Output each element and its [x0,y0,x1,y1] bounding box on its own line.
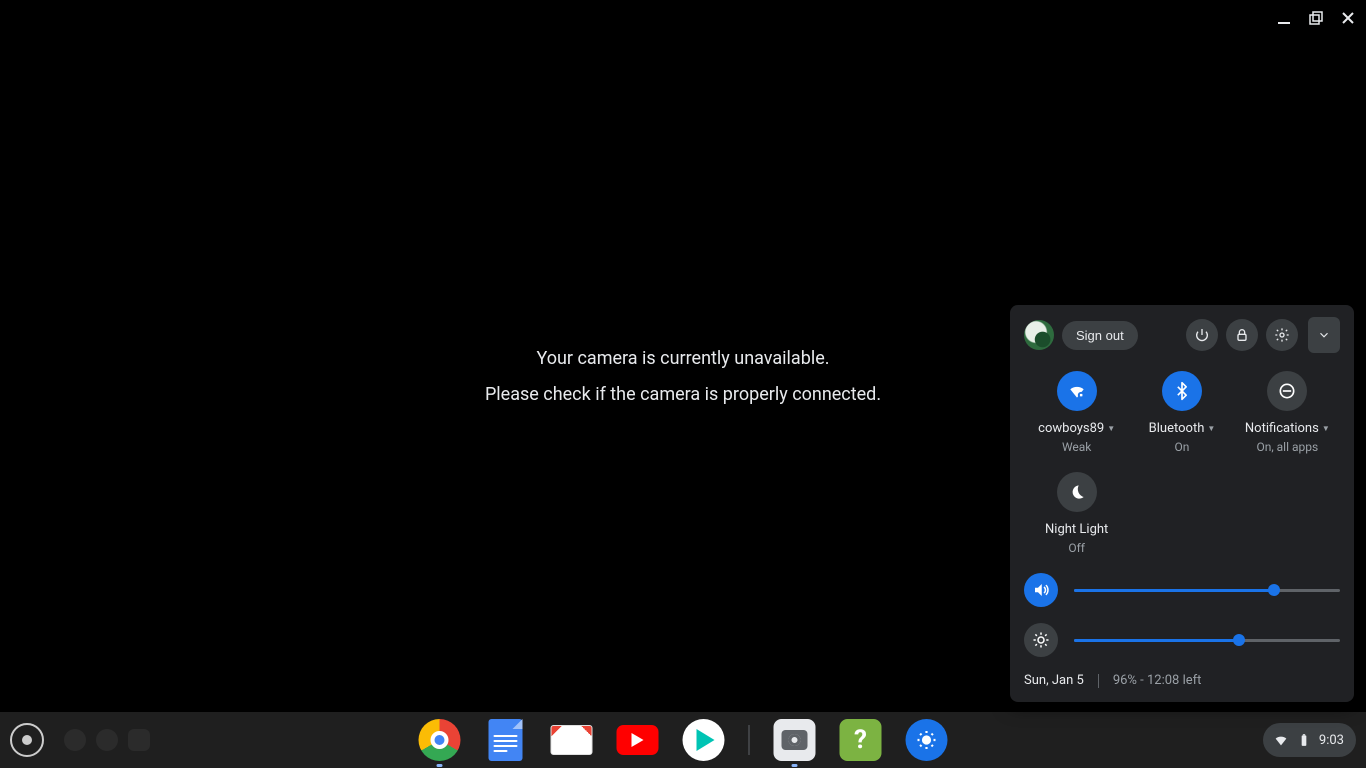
brightness-icon [1032,631,1050,649]
status-area[interactable]: 9:03 [1263,723,1356,757]
gear-icon [1274,327,1290,343]
footer-divider [1098,674,1099,688]
restore-button[interactable] [1306,8,1326,28]
collapse-button[interactable] [1308,317,1340,353]
launcher-button[interactable] [10,723,44,757]
caret-down-icon: ▼ [1207,424,1215,433]
app-chrome[interactable] [419,719,461,761]
app-playstore[interactable] [683,719,725,761]
gmail-icon [551,725,593,755]
power-button[interactable] [1186,319,1218,351]
close-icon [1341,11,1355,25]
camera-icon [774,719,816,761]
youtube-icon [617,725,659,755]
shelf: ? 9:03 [0,712,1366,768]
brightness-button[interactable] [1024,623,1058,657]
caret-down-icon: ▼ [1322,424,1330,433]
settings-icon [906,719,948,761]
quick-settings-panel: Sign out cowboys89▼ Weak Bluetooth▼ [1010,305,1354,702]
app-help[interactable]: ? [840,719,882,761]
notifications-toggle[interactable]: Notifications▼ On, all apps [1235,371,1340,454]
close-button[interactable] [1338,8,1358,28]
date-label: Sun, Jan 5 [1024,673,1084,688]
volume-button[interactable] [1024,573,1058,607]
docs-icon [489,719,523,761]
dnd-icon [1267,371,1307,411]
nightlight-label: Night Light [1045,522,1108,537]
wifi-sub: Weak [1062,440,1091,454]
nightlight-icon [1057,472,1097,512]
wifi-toggle[interactable]: cowboys89▼ Weak [1024,371,1129,454]
app-youtube[interactable] [617,719,659,761]
restore-icon [1309,11,1323,25]
wifi-label: cowboys89 [1038,421,1104,436]
app-docs[interactable] [485,719,527,761]
notifications-label: Notifications [1245,421,1319,436]
nightlight-toggle[interactable]: Night Light Off [1024,472,1129,555]
app-settings[interactable] [906,719,948,761]
launcher-icon [22,735,32,745]
settings-button[interactable] [1266,319,1298,351]
app-camera[interactable] [774,719,816,761]
app-gmail[interactable] [551,719,593,761]
bluetooth-sub: On [1175,440,1190,454]
wifi-icon [1057,371,1097,411]
caret-down-icon: ▼ [1107,424,1115,433]
brightness-slider[interactable] [1074,639,1340,642]
notifications-sub: On, all apps [1256,440,1318,454]
lock-button[interactable] [1226,319,1258,351]
minimize-icon [1277,11,1291,25]
clock: 9:03 [1319,733,1344,748]
power-icon [1194,327,1210,343]
volume-slider[interactable] [1074,589,1340,592]
shelf-divider [749,725,750,755]
camera-error-line1: Your camera is currently unavailable. [485,341,881,377]
chrome-icon [419,719,461,761]
battery-status-icon [1297,732,1311,748]
camera-error-line2: Please check if the camera is properly c… [485,377,881,413]
camera-error-message: Your camera is currently unavailable. Pl… [485,341,881,413]
battery-label: 96% - 12:08 left [1113,673,1202,688]
bluetooth-label: Bluetooth [1149,421,1205,436]
avatar[interactable] [1024,320,1054,350]
wifi-status-icon [1273,732,1289,748]
lock-icon [1234,327,1250,343]
sign-out-button[interactable]: Sign out [1062,321,1138,350]
nav-ghost [64,729,150,751]
bluetooth-toggle[interactable]: Bluetooth▼ On [1129,371,1234,454]
bluetooth-icon [1162,371,1202,411]
chevron-down-icon [1317,328,1331,342]
volume-icon [1032,581,1050,599]
minimize-button[interactable] [1274,8,1294,28]
play-icon [683,719,725,761]
help-icon: ? [840,719,882,761]
nightlight-sub: Off [1068,541,1085,555]
